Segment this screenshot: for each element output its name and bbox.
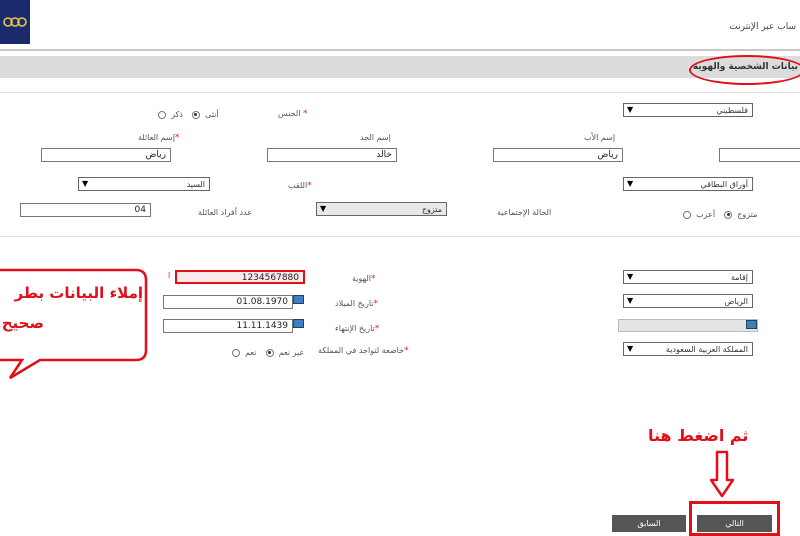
expiry-date-label: *تاريخ الإنتهاء <box>335 324 380 334</box>
calendar-icon[interactable] <box>746 320 757 329</box>
title-select[interactable]: ▼ السيد <box>78 177 210 191</box>
header-divider <box>0 49 800 51</box>
gender-female-radio[interactable] <box>158 110 166 119</box>
gender-label: * الجنس <box>278 109 308 119</box>
bank-logo-icon[interactable] <box>0 0 30 44</box>
marital-label: الحالة الإجتماعية <box>497 208 552 217</box>
father-name-input[interactable]: رياض <box>493 148 623 162</box>
single-label: أعزب <box>696 210 716 219</box>
gender-female-label: أنثى <box>205 110 219 119</box>
marital-radio-group: متزوج أعزب <box>683 204 757 223</box>
section-bar <box>0 56 800 78</box>
education-select[interactable]: ▼ أوراق البطاقي <box>623 177 753 191</box>
expiry-date-input[interactable]: 11.11.1439 <box>163 319 293 333</box>
family-name-input[interactable]: رياض <box>41 148 171 162</box>
country-select[interactable]: ▼ المملكة العربية السعودية <box>623 342 753 356</box>
chevron-down-icon: ▼ <box>320 204 327 213</box>
residence-label: *خاضعة لتواجد في المملكة <box>318 346 409 356</box>
id-number-input[interactable]: 1234567880 <box>175 270 305 284</box>
section-divider <box>0 92 800 93</box>
next-button-label: التالي <box>725 519 744 528</box>
section-title-highlight <box>689 55 800 85</box>
form-divider <box>0 236 800 237</box>
page-title: ساب عبر الإنترنت <box>729 22 796 32</box>
chevron-down-icon: ▼ <box>627 105 634 114</box>
residence-radio-group: غير نعم نعم <box>232 342 304 361</box>
id-type-select[interactable]: ▼ إقامة <box>623 270 753 284</box>
residence-no-radio[interactable] <box>232 348 240 357</box>
family-count-input[interactable]: 04 <box>20 203 151 217</box>
nationality-select[interactable]: ▼ فلسطيني <box>623 103 753 117</box>
marital-status-select[interactable]: ▼ متزوج <box>316 202 447 216</box>
father-name-label: إسم الأب <box>584 133 616 142</box>
birth-date-label: *تاريخ الميلاد <box>335 299 378 309</box>
previous-button-label: السابق <box>637 519 661 528</box>
arrow-down-icon <box>710 450 734 498</box>
title-label: *اللقب <box>288 181 312 191</box>
annotation-bubble-text-1: إملاء البيانات بطر <box>14 284 144 302</box>
chevron-down-icon: ▼ <box>627 272 634 281</box>
residence-no-label: غير نعم <box>278 348 304 357</box>
previous-button[interactable]: السابق <box>612 515 686 532</box>
required-marker: ا <box>168 271 171 280</box>
disabled-field <box>618 319 758 332</box>
grandfather-name-label: إسم الجد <box>360 133 391 142</box>
calendar-icon[interactable] <box>293 319 304 328</box>
id-label: *الهوية <box>352 274 376 284</box>
first-name-input[interactable] <box>719 148 800 162</box>
chevron-down-icon: ▼ <box>627 179 634 188</box>
annotation-click-here: ثم اضغط هنا <box>648 426 749 445</box>
grandfather-name-input[interactable]: خالد <box>267 148 397 162</box>
chevron-down-icon: ▼ <box>627 296 634 305</box>
married-radio[interactable] <box>683 210 691 219</box>
chevron-down-icon: ▼ <box>82 179 89 188</box>
annotation-bubble-text-2: صحيح <box>1 314 44 332</box>
gender-male-label: ذكر <box>171 110 183 119</box>
family-count-label: عدد أفراد العائلة <box>198 208 252 217</box>
married-label: متزوج <box>737 210 758 219</box>
single-radio[interactable] <box>724 210 733 219</box>
chevron-down-icon: ▼ <box>627 344 634 353</box>
residence-yes-radio[interactable] <box>265 348 274 357</box>
gender-male-radio[interactable] <box>191 110 200 119</box>
residence-yes-label: نعم <box>245 348 257 357</box>
family-name-label: *إسم العائلة <box>138 133 180 143</box>
calendar-icon[interactable] <box>293 295 304 304</box>
birth-city-select[interactable]: ▼ الرياض <box>623 294 753 308</box>
gender-radio-group: أنثى ذكر <box>158 104 219 123</box>
next-button[interactable]: التالي <box>697 515 772 532</box>
birth-date-input[interactable]: 01.08.1970 <box>163 295 293 309</box>
